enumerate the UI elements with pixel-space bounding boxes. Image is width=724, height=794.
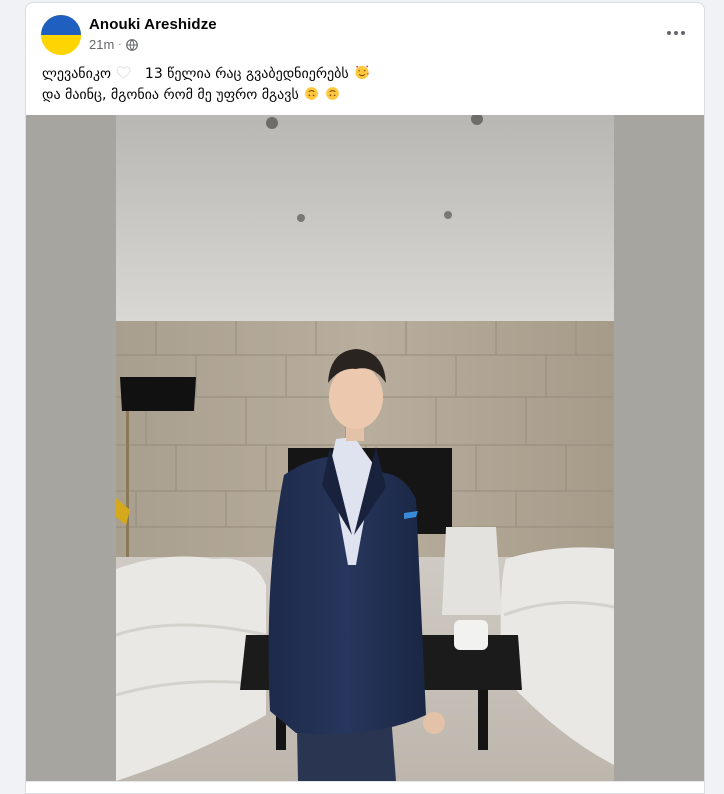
smiling-face-with-hearts-icon — [354, 64, 369, 80]
post-header: Anouki Areshidze 21m · — [26, 3, 704, 59]
upside-down-face-icon — [325, 86, 340, 101]
post-media[interactable] — [26, 115, 704, 781]
white-heart-icon — [116, 65, 131, 80]
flag-blue-stripe — [41, 15, 81, 35]
flag-yellow-stripe — [41, 35, 81, 55]
post-footer — [26, 781, 704, 793]
post-text-second-line: და მაინც, მგონია რომ მე უფრო მგავს — [42, 87, 299, 103]
post-text-years: 13 წელია რაც გვაბედნიერებს — [144, 66, 349, 82]
post-meta: 21m · — [89, 37, 138, 52]
photo-of-young-man-in-navy-suit-in-living-room[interactable] — [116, 115, 614, 781]
avatar[interactable] — [41, 15, 81, 55]
post-card: Anouki Areshidze 21m · ლევანიკო 13 წელია… — [25, 2, 705, 794]
more-options-button[interactable] — [662, 21, 690, 45]
meta-separator: · — [118, 39, 122, 50]
more-horizontal-icon — [667, 31, 671, 35]
post-text: ლევანიკო 13 წელია რაც გვაბედნიერებს და მ… — [42, 64, 682, 106]
post-text-line-2: და მაინც, მგონია რომ მე უფრო მგავს — [42, 85, 682, 106]
author-name[interactable]: Anouki Areshidze — [89, 16, 217, 33]
more-dot — [681, 31, 685, 35]
upside-down-face-icon — [304, 86, 319, 101]
globe-icon[interactable] — [125, 38, 138, 51]
more-dot — [674, 31, 678, 35]
post-time[interactable]: 21m — [89, 37, 114, 52]
post-text-line-1: ლევანიკო 13 წელია რაც გვაბედნიერებს — [42, 64, 682, 85]
post-text-name: ლევანიკო — [42, 66, 112, 82]
page: Anouki Areshidze 21m · ლევანიკო 13 წელია… — [0, 0, 724, 794]
